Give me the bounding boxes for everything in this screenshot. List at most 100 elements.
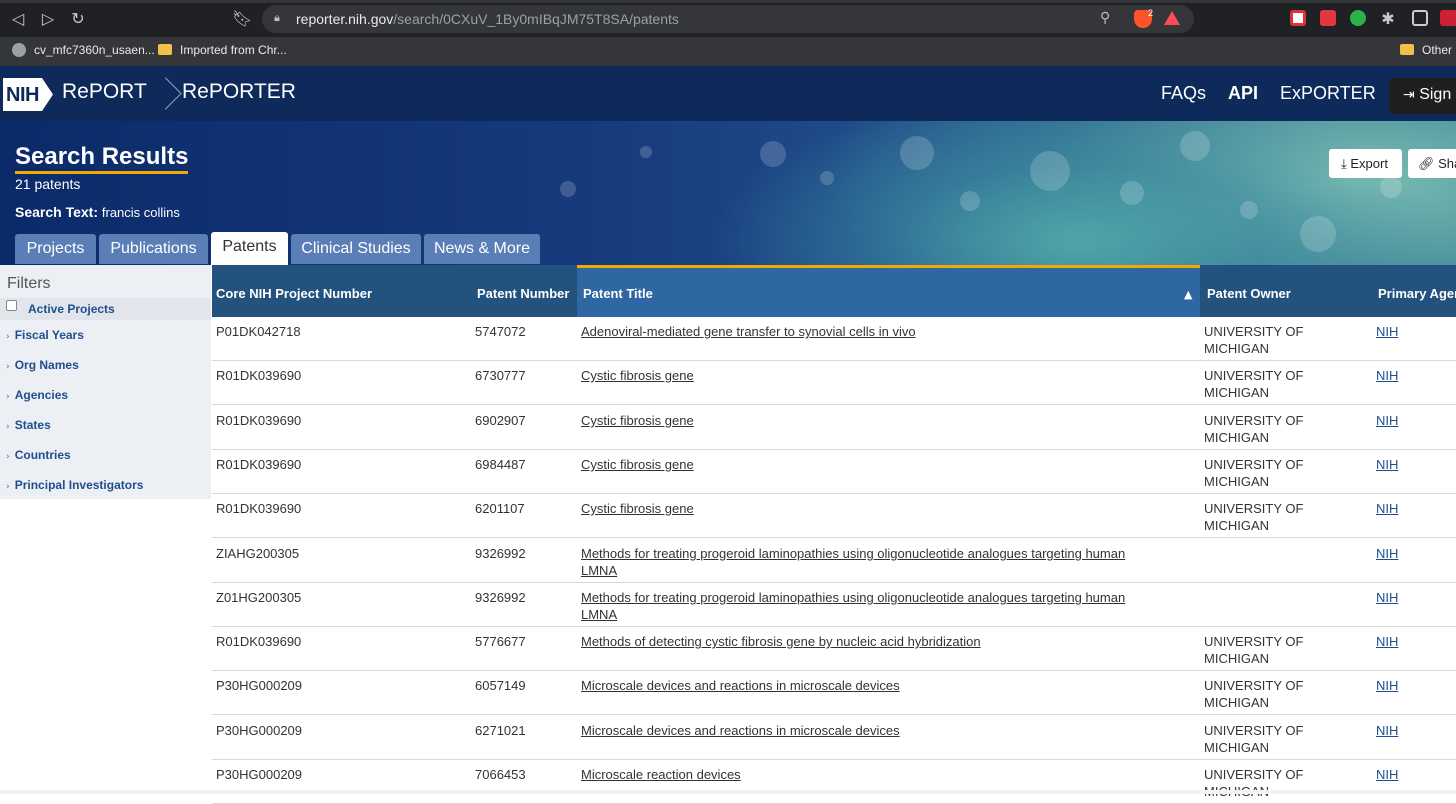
cell-primary-agency[interactable]: NIH: [1376, 590, 1398, 607]
filter-countries[interactable]: › Countries: [6, 448, 71, 462]
decor-bubble: [760, 141, 786, 167]
column-header-primary-agency[interactable]: Primary Agen: [1378, 286, 1456, 301]
filter-principal-investigators[interactable]: › Principal Investigators: [6, 478, 143, 492]
tab-publications[interactable]: Publications: [99, 234, 208, 264]
decor-bubble: [1030, 151, 1070, 191]
filter-org-names[interactable]: › Org Names: [6, 358, 79, 372]
share-button[interactable]: 🔗︎ Sha: [1408, 149, 1456, 178]
cell-patent-title[interactable]: Microscale devices and reactions in micr…: [581, 723, 900, 740]
cell-patent-title[interactable]: Microscale reaction devices: [581, 767, 741, 784]
tab-strip: [0, 0, 1456, 3]
cell-patent-owner: UNIVERSITY OFMICHIGAN: [1204, 678, 1303, 711]
active-projects-checkbox[interactable]: [6, 300, 17, 311]
nav-api[interactable]: API: [1228, 83, 1258, 104]
cell-patent-title[interactable]: Cystic fibrosis gene: [581, 368, 694, 385]
table-row: Z01HG200305 9326992 Methods for treating p…: [212, 583, 1456, 627]
tab-projects[interactable]: Projects: [15, 234, 96, 264]
extensions-icon[interactable]: ✱: [1378, 9, 1398, 29]
cell-primary-agency[interactable]: NIH: [1376, 634, 1398, 651]
sort-ascending-icon[interactable]: ▲: [1184, 288, 1192, 301]
table-row: R01DK039690 6201107 Cystic fibrosis gene UN…: [212, 494, 1456, 538]
filter-agencies[interactable]: › Agencies: [6, 388, 68, 402]
decor-bubble: [1180, 131, 1210, 161]
url-text: reporter.nih.gov/search/0CXuV_1By0mIBqJM…: [296, 11, 679, 27]
table-row: R01DK039690 5776677 Methods of detecting c…: [212, 627, 1456, 671]
export-button[interactable]: ⤓ Export: [1329, 149, 1402, 178]
zoom-icon[interactable]: ⚲: [1100, 10, 1110, 26]
active-projects-filter[interactable]: Active Projects: [0, 298, 211, 320]
nav-faqs[interactable]: FAQs: [1161, 83, 1206, 104]
breadcrumb-reporter[interactable]: RePORTER: [182, 80, 296, 104]
filters-panel: Filters Active Projects › Fiscal Years › O…: [0, 265, 211, 499]
bookmark-item[interactable]: cv_mfc7360n_usaen...: [12, 43, 155, 57]
brave-rewards-icon[interactable]: [1164, 11, 1180, 25]
decor-bubble: [820, 171, 834, 185]
cell-primary-agency[interactable]: NIH: [1376, 723, 1398, 740]
owner-line: UNIVERSITY OF: [1204, 413, 1304, 428]
profile-avatar[interactable]: [1440, 10, 1456, 26]
pocket-extension-icon[interactable]: [1290, 10, 1306, 26]
cell-patent-title[interactable]: Adenoviral-mediated gene transfer to syn…: [581, 324, 916, 341]
title-line: Methods of detecting cystic fibrosis gen…: [581, 634, 981, 649]
owner-line: MICHIGAN: [1204, 384, 1269, 400]
sign-in-button[interactable]: ⇥ Sign: [1389, 78, 1456, 114]
tab-patents[interactable]: Patents: [211, 232, 288, 265]
reload-icon[interactable]: ↻: [68, 9, 88, 29]
column-header-patent-title[interactable]: Patent Title: [583, 286, 653, 301]
filter-label: Agencies: [14, 388, 69, 402]
owner-line: MICHIGAN: [1204, 517, 1269, 533]
cell-patent-title[interactable]: Methods of detecting cystic fibrosis gen…: [581, 634, 981, 651]
breadcrumb-report[interactable]: RePORT: [62, 80, 147, 104]
bookmark-icon[interactable]: 🔖︎: [232, 9, 252, 29]
cell-patent-title[interactable]: Cystic fibrosis gene: [581, 501, 694, 518]
cell-patent-title[interactable]: Methods for treating progeroid laminopat…: [581, 546, 1125, 579]
filter-states[interactable]: › States: [6, 418, 51, 432]
owner-line: MICHIGAN: [1204, 473, 1269, 489]
owner-line: MICHIGAN: [1204, 650, 1269, 666]
cell-primary-agency[interactable]: NIH: [1376, 368, 1398, 385]
cell-primary-agency[interactable]: NIH: [1376, 767, 1398, 784]
cell-primary-agency[interactable]: NIH: [1376, 678, 1398, 695]
table-row: P01DK042718 5747072 Adenoviral-mediated ge…: [212, 317, 1456, 361]
grammar-extension-icon[interactable]: [1350, 10, 1366, 26]
cell-primary-agency[interactable]: NIH: [1376, 501, 1398, 518]
globe-icon: [12, 43, 26, 57]
cell-primary-agency[interactable]: NIH: [1376, 324, 1398, 341]
filter-fiscal-years[interactable]: › Fiscal Years: [6, 328, 84, 342]
table-row: P30HG000209 7066453 Microscale reaction de…: [212, 760, 1456, 804]
nih-logo-text: NIH: [6, 84, 39, 106]
filter-label: Principal Investigators: [14, 478, 144, 492]
tab-news-more[interactable]: News & More: [424, 234, 540, 264]
cell-patent-title[interactable]: Microscale devices and reactions in micr…: [581, 678, 900, 695]
nav-exporter[interactable]: ExPORTER: [1280, 83, 1376, 104]
active-projects-label: Active Projects: [28, 302, 115, 316]
bookmarks-bar: cv_mfc7360n_usaen... Imported from Chr..…: [0, 37, 1456, 66]
cell-patent-title[interactable]: Cystic fibrosis gene: [581, 457, 694, 474]
chevron-right-icon: ›: [6, 452, 10, 462]
owner-line: UNIVERSITY OF: [1204, 634, 1304, 649]
cell-patent-number: 6902907: [475, 413, 526, 428]
cell-patent-title[interactable]: Methods for treating progeroid laminopat…: [581, 590, 1125, 623]
wallet-icon[interactable]: [1412, 10, 1428, 26]
forward-icon[interactable]: ▷: [38, 9, 58, 29]
column-header-project-number[interactable]: Core NIH Project Number: [216, 286, 372, 301]
cell-primary-agency[interactable]: NIH: [1376, 413, 1398, 430]
cell-patent-title[interactable]: Cystic fibrosis gene: [581, 413, 694, 430]
cell-primary-agency[interactable]: NIH: [1376, 457, 1398, 474]
column-header-patent-number[interactable]: Patent Number: [477, 286, 569, 301]
bookmark-folder[interactable]: Imported from Chr...: [158, 43, 287, 57]
cell-patent-number: 7066453: [475, 767, 526, 782]
table-row: P30HG000209 6271021 Microscale devices and…: [212, 716, 1456, 760]
address-bar[interactable]: 🔒︎ reporter.nih.gov/search/0CXuV_1By0mIB…: [262, 5, 1194, 33]
column-header-patent-owner[interactable]: Patent Owner: [1207, 286, 1291, 301]
cell-project-number: P30HG000209: [216, 767, 303, 782]
back-icon[interactable]: ◁: [8, 9, 28, 29]
cell-patent-number: 6057149: [475, 678, 526, 693]
cell-patent-owner: UNIVERSITY OFMICHIGAN: [1204, 457, 1303, 490]
tab-clinical-studies[interactable]: Clinical Studies: [291, 234, 421, 264]
sorted-column-highlight: [577, 265, 1200, 317]
shield-extension-icon[interactable]: [1320, 10, 1336, 26]
other-bookmarks[interactable]: Other b: [1400, 43, 1456, 57]
decor-bubble: [1120, 181, 1144, 205]
cell-primary-agency[interactable]: NIH: [1376, 546, 1398, 563]
